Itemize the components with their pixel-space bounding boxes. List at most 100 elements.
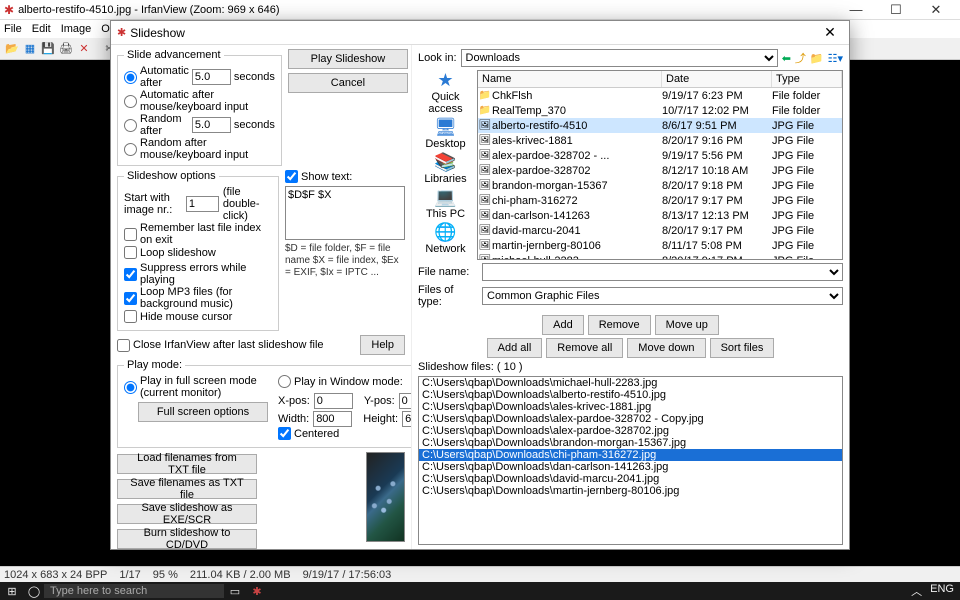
slideshow-file-item[interactable]: C:\Users\qbap\Downloads\michael-hull-228…: [419, 377, 842, 389]
place-libraries[interactable]: 📚Libraries: [424, 152, 466, 185]
print-icon[interactable]: 🖨: [58, 41, 74, 57]
col-type[interactable]: Type: [772, 71, 842, 87]
filetype-select[interactable]: Common Graphic Files: [482, 287, 843, 305]
close-after-checkbox[interactable]: Close IrfanView after last slideshow fil…: [117, 339, 324, 352]
tray-lang[interactable]: ENG: [930, 583, 954, 599]
taskbar-search[interactable]: Type here to search: [44, 584, 224, 598]
centered-checkbox[interactable]: Centered: [278, 427, 339, 440]
file-row[interactable]: 🖼alex-pardoe-328702 - ...9/19/17 5:56 PM…: [478, 148, 842, 163]
file-row[interactable]: 🖼chi-pham-3162728/20/17 9:17 PMJPG File: [478, 193, 842, 208]
place-network[interactable]: 🌐Network: [425, 222, 465, 255]
slideshow-file-item[interactable]: C:\Users\qbap\Downloads\martin-jernberg-…: [419, 485, 842, 497]
auto-kb-radio[interactable]: Automatic after mouse/keyboard input: [124, 89, 275, 113]
file-row[interactable]: 🖼ales-krivec-18818/20/17 9:16 PMJPG File: [478, 133, 842, 148]
file-row[interactable]: 🖼dan-carlson-1412638/13/17 12:13 PMJPG F…: [478, 208, 842, 223]
file-row[interactable]: 🖼alex-pardoe-3287028/12/17 10:18 AMJPG F…: [478, 163, 842, 178]
hide-cursor-checkbox[interactable]: Hide mouse cursor: [124, 310, 232, 323]
start-index-input[interactable]: [186, 196, 219, 212]
loop-mp3-checkbox[interactable]: Loop MP3 files (for background music): [124, 286, 272, 310]
xpos-input[interactable]: [314, 393, 353, 409]
cortana-icon[interactable]: ◯: [24, 585, 44, 598]
slideshow-file-item[interactable]: C:\Users\qbap\Downloads\ales-krivec-1881…: [419, 401, 842, 413]
load-txt-button[interactable]: Load filenames from TXT file: [117, 454, 257, 474]
height-input[interactable]: [402, 411, 411, 427]
sort-button[interactable]: Sort files: [710, 338, 775, 358]
file-row[interactable]: 📁RealTemp_37010/7/17 12:02 PMFile folder: [478, 103, 842, 118]
delete-icon[interactable]: ✕: [76, 41, 92, 57]
taskbar-app-icon[interactable]: ✱: [246, 585, 268, 598]
menu-image[interactable]: Image: [61, 23, 92, 35]
lookin-label: Look in:: [418, 52, 457, 64]
remove-button[interactable]: Remove: [588, 315, 651, 335]
save-txt-button[interactable]: Save filenames as TXT file: [117, 479, 257, 499]
slideshow-file-item[interactable]: C:\Users\qbap\Downloads\chi-pham-316272.…: [419, 449, 842, 461]
menu-file[interactable]: File: [4, 23, 22, 35]
file-row[interactable]: 🖼alberto-restifo-45108/6/17 9:51 PMJPG F…: [478, 118, 842, 133]
slideshow-file-item[interactable]: C:\Users\qbap\Downloads\alberto-restifo-…: [419, 389, 842, 401]
slideshow-file-item[interactable]: C:\Users\qbap\Downloads\alex-pardoe-3287…: [419, 413, 842, 425]
file-row[interactable]: 🖼brandon-morgan-153678/20/17 9:18 PMJPG …: [478, 178, 842, 193]
file-list[interactable]: Name Date Type 📁ChkFlsh9/19/17 6:23 PMFi…: [477, 70, 843, 260]
dialog-close-button[interactable]: ✕: [817, 24, 843, 41]
window-mode-radio[interactable]: Play in Window mode:: [278, 375, 403, 388]
col-name[interactable]: Name: [478, 71, 662, 87]
slideshow-file-item[interactable]: C:\Users\qbap\Downloads\brandon-morgan-1…: [419, 437, 842, 449]
start-button[interactable]: ⊞: [0, 585, 24, 598]
viewmenu-icon[interactable]: ☷▾: [828, 52, 843, 65]
removeall-button[interactable]: Remove all: [546, 338, 623, 358]
slideshow-icon[interactable]: ▦: [22, 41, 38, 57]
suppress-errors-checkbox[interactable]: Suppress errors while playing: [124, 262, 272, 286]
text-help: $D = file folder, $F = file name $X = fi…: [285, 243, 405, 279]
show-text-input[interactable]: $D$F $X: [285, 186, 405, 240]
filetype-label: Files of type:: [418, 284, 478, 308]
slideshow-files-list[interactable]: C:\Users\qbap\Downloads\michael-hull-228…: [418, 376, 843, 545]
random-kb-radio[interactable]: Random after mouse/keyboard input: [124, 137, 275, 161]
auto-seconds-input[interactable]: [192, 69, 231, 85]
menu-edit[interactable]: Edit: [32, 23, 51, 35]
slideshow-file-item[interactable]: C:\Users\qbap\Downloads\david-marcu-2041…: [419, 473, 842, 485]
cancel-button[interactable]: Cancel: [288, 73, 408, 93]
file-row[interactable]: 🖼michael-hull-22838/20/17 9:17 PMJPG Fil…: [478, 253, 842, 259]
app-title: alberto-restifo-4510.jpg - IrfanView (Zo…: [18, 4, 836, 16]
add-button[interactable]: Add: [542, 315, 584, 335]
col-date[interactable]: Date: [662, 71, 772, 87]
burn-cd-button[interactable]: Burn slideshow to CD/DVD: [117, 529, 257, 549]
minimize-button[interactable]: —: [836, 2, 876, 17]
file-row[interactable]: 📁ChkFlsh9/19/17 6:23 PMFile folder: [478, 88, 842, 103]
tray-chevron-icon[interactable]: ︿: [911, 583, 922, 599]
file-row[interactable]: 🖼martin-jernberg-801068/11/17 5:08 PMJPG…: [478, 238, 842, 253]
save-icon[interactable]: 💾: [40, 41, 56, 57]
remember-index-checkbox[interactable]: Remember last file index on exit: [124, 222, 272, 246]
fullscreen-options-button[interactable]: Full screen options: [138, 402, 268, 422]
slideshow-file-item[interactable]: C:\Users\qbap\Downloads\dan-carlson-1412…: [419, 461, 842, 473]
random-seconds-input[interactable]: [192, 117, 231, 133]
taskbar: ⊞ ◯ Type here to search ▭ ✱ ︿ ENG: [0, 582, 960, 600]
newfolder-icon[interactable]: 📁: [810, 52, 824, 65]
file-row[interactable]: 🖼david-marcu-20418/20/17 9:17 PMJPG File: [478, 223, 842, 238]
show-text-checkbox[interactable]: Show text:: [285, 170, 352, 183]
slideshow-file-item[interactable]: C:\Users\qbap\Downloads\alex-pardoe-3287…: [419, 425, 842, 437]
place-this-pc[interactable]: 💻This PC: [426, 187, 465, 220]
place-desktop[interactable]: 🖥Desktop: [425, 117, 465, 150]
auto-after-radio[interactable]: Automatic after seconds: [124, 65, 275, 89]
maximize-button[interactable]: ☐: [876, 2, 916, 18]
width-input[interactable]: [313, 411, 352, 427]
save-exe-button[interactable]: Save slideshow as EXE/SCR: [117, 504, 257, 524]
help-button[interactable]: Help: [360, 335, 405, 355]
place-quick-access[interactable]: ★Quick access: [418, 70, 473, 115]
movedown-button[interactable]: Move down: [627, 338, 705, 358]
up-icon[interactable]: ⤴: [795, 50, 806, 66]
loop-slideshow-checkbox[interactable]: Loop slideshow: [124, 246, 216, 259]
lookin-select[interactable]: Downloads: [461, 49, 778, 67]
close-button[interactable]: ✕: [916, 2, 956, 18]
fullscreen-radio[interactable]: Play in full screen mode (current monito…: [124, 375, 268, 399]
open-icon[interactable]: 📂: [4, 41, 20, 57]
moveup-button[interactable]: Move up: [655, 315, 719, 335]
back-icon[interactable]: ⬅: [782, 52, 791, 65]
taskview-icon[interactable]: ▭: [224, 585, 246, 598]
ypos-input[interactable]: [399, 393, 411, 409]
random-after-radio[interactable]: Random after seconds: [124, 113, 275, 137]
addall-button[interactable]: Add all: [487, 338, 543, 358]
play-slideshow-button[interactable]: Play Slideshow: [288, 49, 408, 69]
filename-input[interactable]: [482, 263, 843, 281]
